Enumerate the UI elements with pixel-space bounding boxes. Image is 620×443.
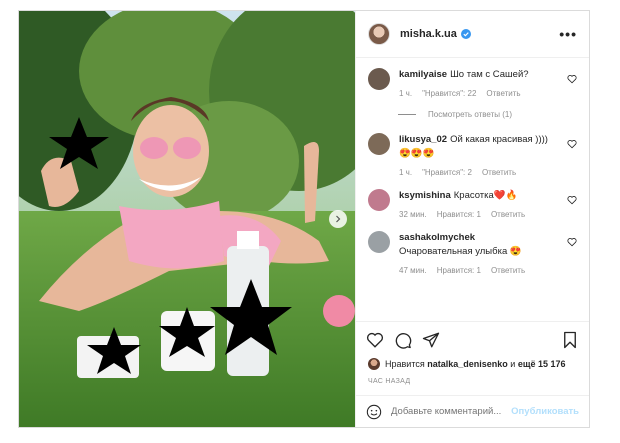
heart-icon[interactable] — [567, 74, 577, 84]
heart-icon[interactable] — [567, 139, 577, 149]
post-time[interactable]: ЧАС НАЗАД — [356, 371, 589, 395]
add-comment-bar: Опубликовать — [356, 395, 589, 427]
post-photo[interactable] — [19, 11, 355, 427]
comment-message: Очаровательная улыбка 😍 — [399, 246, 522, 257]
comment-reply-button[interactable]: Ответить — [491, 266, 525, 275]
view-replies-button[interactable]: Посмотреть ответы (1) — [398, 110, 577, 119]
comment-reply-button[interactable]: Ответить — [482, 168, 516, 177]
view-replies-label: Посмотреть ответы (1) — [428, 110, 513, 119]
comment: likusya_02 Ой какая красивая )))) 😍😍😍 1 ч… — [368, 133, 577, 177]
comment-text: ksymishina Красотка❤️🔥 — [399, 189, 559, 203]
comment-reply-button[interactable]: Ответить — [486, 89, 520, 98]
comment-text: kamilyaise Шо там с Сашей? — [399, 68, 559, 82]
more-options-button[interactable]: ••• — [559, 27, 577, 41]
comment-meta: 47 мин. Нравится: 1 Ответить — [399, 266, 559, 275]
post-header: misha.k.ua ••• — [356, 11, 589, 58]
comment: ksymishina Красотка❤️🔥 32 мин. Нравится: … — [368, 189, 577, 219]
comment-emoji: 😍😍😍 — [399, 148, 435, 159]
comment-meta: 1 ч. "Нравится": 22 Ответить — [399, 89, 559, 98]
comment-time[interactable]: 47 мин. — [399, 266, 427, 275]
heart-icon[interactable] — [567, 195, 577, 205]
comment-text: likusya_02 Ой какая красивая )))) 😍😍😍 — [399, 133, 559, 161]
comment-likes[interactable]: Нравится: 1 — [437, 210, 481, 219]
comment-username[interactable]: kamilyaise — [399, 69, 447, 80]
comment-icon[interactable] — [394, 331, 412, 349]
comment-username[interactable]: ksymishina — [399, 190, 451, 201]
comment-username[interactable]: likusya_02 — [399, 134, 447, 145]
likes-prefix: Нравится — [385, 359, 425, 369]
replies-divider — [398, 114, 416, 115]
comment-avatar[interactable] — [368, 231, 390, 253]
comment-avatar[interactable] — [368, 133, 390, 155]
comment-time[interactable]: 1 ч. — [399, 89, 412, 98]
comment-avatar[interactable] — [368, 68, 390, 90]
liker-username[interactable]: natalka_denisenko — [427, 359, 508, 369]
bookmark-icon[interactable] — [561, 331, 579, 349]
comment-time[interactable]: 32 мин. — [399, 210, 427, 219]
comment-meta: 1 ч. "Нравится": 2 Ответить — [399, 168, 559, 177]
share-send-icon[interactable] — [422, 331, 440, 349]
comment-likes[interactable]: "Нравится": 22 — [422, 89, 476, 98]
comment-message: Красотка❤️🔥 — [453, 190, 518, 201]
publish-button[interactable]: Опубликовать — [511, 406, 579, 417]
chevron-right-icon — [336, 215, 341, 223]
author-avatar[interactable] — [368, 23, 390, 45]
comment: kamilyaise Шо там с Сашей? 1 ч. "Нравится… — [368, 68, 577, 98]
likes-summary: Нравится natalka_denisenko и ещё 15 176 — [356, 357, 589, 371]
post-photo-image — [19, 11, 355, 427]
add-comment-input[interactable] — [391, 406, 512, 417]
verified-badge-icon — [460, 29, 471, 39]
comment-avatar[interactable] — [368, 189, 390, 211]
likes-count[interactable]: ещё 15 176 — [518, 359, 566, 369]
comment-text: sashakolmychek Очаровательная улыбка 😍 — [399, 231, 559, 259]
comment-likes[interactable]: "Нравится": 2 — [422, 168, 472, 177]
emoji-smile-icon[interactable] — [366, 404, 382, 420]
comment-username[interactable]: sashakolmychek — [399, 232, 475, 243]
comment-meta: 32 мин. Нравится: 1 Ответить — [399, 210, 559, 219]
comment-time[interactable]: 1 ч. — [399, 168, 412, 177]
heart-icon[interactable] — [567, 237, 577, 247]
post-actions — [356, 321, 589, 357]
comment-likes[interactable]: Нравится: 1 — [437, 266, 481, 275]
comment-message: Ой какая красивая )))) — [450, 134, 548, 145]
author-username[interactable]: misha.k.ua — [400, 28, 457, 40]
comment-reply-button[interactable]: Ответить — [491, 210, 525, 219]
comments-list: kamilyaise Шо там с Сашей? 1 ч. "Нравится… — [356, 58, 589, 321]
liker-avatar[interactable] — [368, 358, 380, 370]
instagram-post: misha.k.ua ••• kamilyaise Шо там с Сашей?… — [18, 10, 590, 428]
next-photo-button[interactable] — [329, 210, 347, 228]
comment-message: Шо там с Сашей? — [450, 69, 529, 80]
like-heart-icon[interactable] — [366, 331, 384, 349]
post-side-panel: misha.k.ua ••• kamilyaise Шо там с Сашей?… — [355, 11, 589, 427]
likes-middle: и — [510, 359, 516, 369]
comment: sashakolmychek Очаровательная улыбка 😍 4… — [368, 231, 577, 275]
